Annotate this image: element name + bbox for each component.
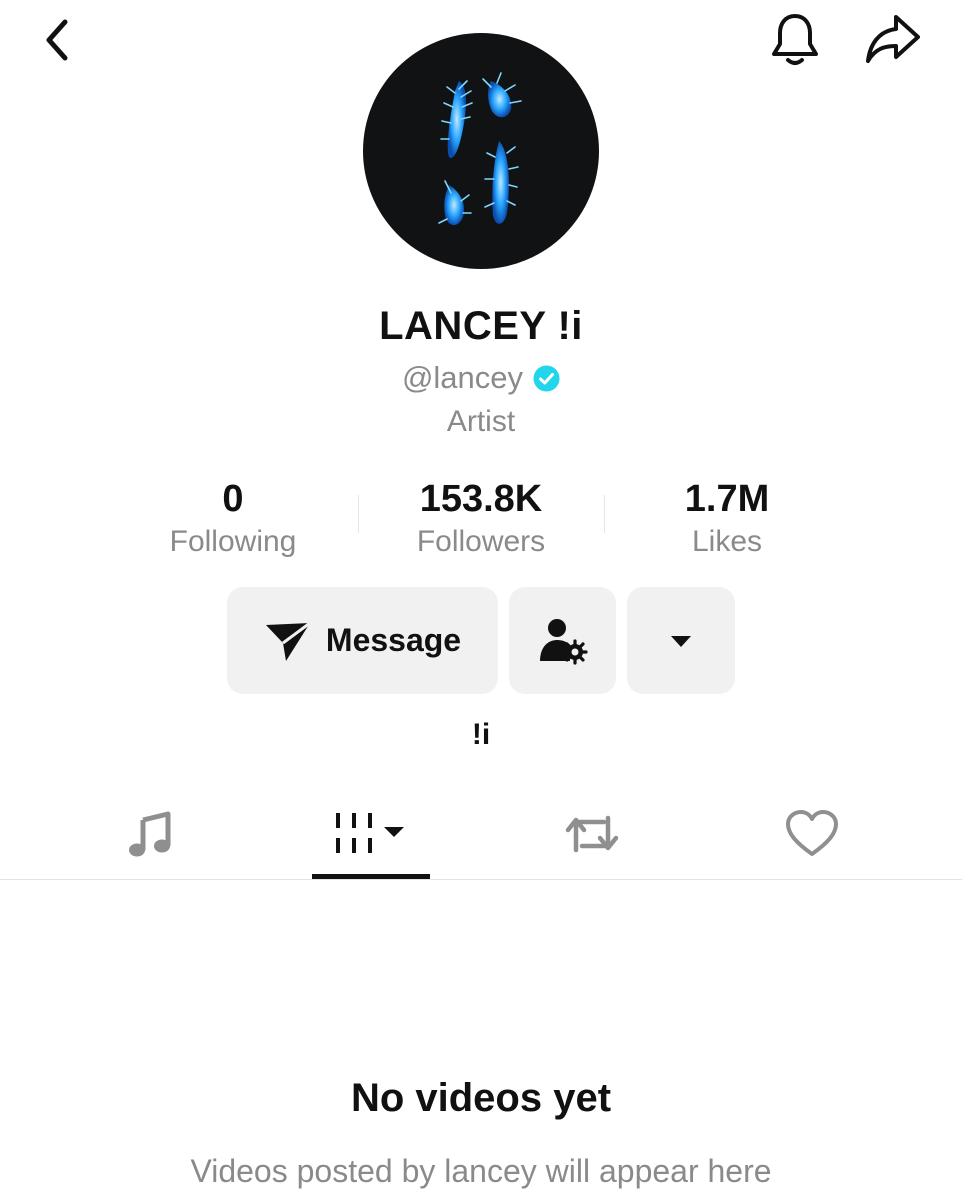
- tab-music[interactable]: [90, 790, 210, 878]
- repost-icon: [565, 815, 619, 853]
- send-icon: [265, 621, 311, 661]
- display-name: LANCEY !i: [379, 304, 583, 348]
- tab-videos[interactable]: [312, 790, 430, 878]
- grid-bars-icon: [336, 813, 404, 853]
- stat-followers[interactable]: 153.8K Followers: [361, 478, 601, 562]
- avatar-art: [438, 72, 522, 226]
- tab-liked[interactable]: [752, 790, 872, 878]
- stat-label: Likes: [691, 525, 763, 558]
- back-button[interactable]: [28, 12, 84, 68]
- notifications-button[interactable]: [762, 8, 828, 70]
- stat-label: Following: [169, 525, 297, 558]
- stat-following[interactable]: 0 Following: [113, 478, 353, 562]
- person-settings-icon: [539, 618, 588, 665]
- heart-icon: [786, 810, 838, 856]
- stat-label: Followers: [416, 525, 546, 558]
- stat-value: 0: [222, 478, 244, 520]
- music-note-icon: [129, 811, 171, 857]
- chevron-left-icon: [46, 19, 68, 61]
- stat-value: 153.8K: [419, 478, 543, 520]
- verified-badge-icon: [533, 365, 560, 391]
- message-label: Message: [325, 622, 462, 658]
- profile-category: Artist: [446, 405, 516, 438]
- more-options-button[interactable]: [627, 587, 735, 694]
- tab-reposts[interactable]: [532, 790, 652, 878]
- tabs-divider: [0, 879, 962, 880]
- message-button[interactable]: Message: [227, 587, 498, 694]
- bell-icon: [772, 14, 818, 65]
- share-arrow-icon: [866, 15, 920, 63]
- stat-divider: [604, 495, 605, 533]
- avatar[interactable]: [363, 33, 599, 269]
- caret-down-icon: [671, 635, 691, 647]
- handle-row: @lancey: [0, 360, 962, 396]
- bio: !i: [471, 718, 491, 751]
- empty-state-title: No videos yet: [350, 1076, 612, 1120]
- stat-likes[interactable]: 1.7M Likes: [607, 478, 847, 562]
- add-friend-button[interactable]: [509, 587, 616, 694]
- stat-value: 1.7M: [684, 478, 770, 520]
- username: @lancey: [401, 360, 524, 395]
- share-button[interactable]: [858, 8, 928, 70]
- stat-divider: [358, 495, 359, 533]
- empty-state-subtitle: Videos posted by lancey will appear here: [190, 1153, 772, 1189]
